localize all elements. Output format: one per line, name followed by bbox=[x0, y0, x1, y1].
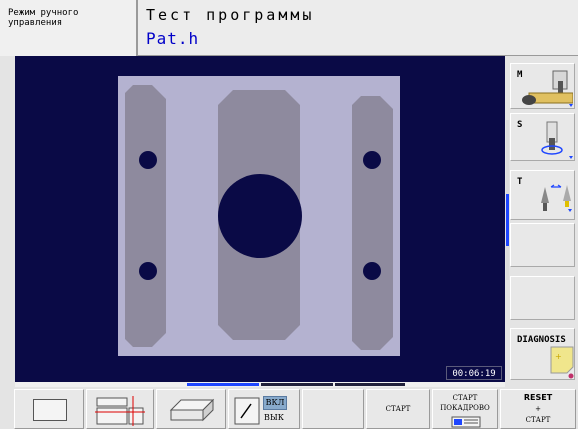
toggle-off-label: ВЫК bbox=[264, 413, 284, 422]
hole-top-right bbox=[363, 151, 381, 169]
reset-label-1: RESET bbox=[523, 393, 553, 402]
scrollbar-thumb[interactable] bbox=[506, 194, 509, 246]
single-block-icon bbox=[451, 416, 481, 428]
softkey-t-tool[interactable]: T bbox=[510, 170, 575, 220]
plan-view-icon bbox=[33, 399, 67, 421]
header-bar: Режим ручного управления Тест программы … bbox=[0, 0, 578, 56]
softkey-block-display-toggle[interactable]: ВКЛ ВЫК bbox=[228, 389, 300, 429]
spindle-speed-icon bbox=[541, 121, 573, 159]
left-pocket bbox=[125, 85, 166, 347]
softkey-reset-start[interactable]: RESET + СТАРТ bbox=[500, 389, 576, 429]
center-bore bbox=[218, 174, 302, 258]
hole-bottom-right bbox=[363, 262, 381, 280]
three-plane-icon bbox=[95, 396, 145, 426]
svg-text:+: + bbox=[555, 352, 562, 361]
softkey-row-indicator bbox=[15, 382, 505, 387]
spindle-machine-icon bbox=[522, 70, 573, 107]
right-pocket bbox=[352, 96, 393, 350]
softkey-empty-bottom[interactable] bbox=[302, 389, 364, 429]
page-title: Тест программы bbox=[146, 6, 315, 24]
softkey-row-2-indicator bbox=[261, 383, 333, 386]
softkey-3d-view[interactable] bbox=[156, 389, 226, 429]
hole-top-left bbox=[139, 151, 157, 169]
softkey-diagnosis-label: DIAGNOSIS bbox=[517, 335, 566, 345]
softkey-row-3-indicator bbox=[335, 383, 405, 386]
softkey-m-function[interactable]: M bbox=[510, 63, 575, 109]
simulation-graphics[interactable] bbox=[15, 56, 505, 382]
reset-label-2: + bbox=[535, 405, 541, 413]
start-label: СТАРТ bbox=[385, 405, 411, 413]
start-block-label-2: ПОКАДРОВО bbox=[440, 404, 490, 412]
diagnosis-note-icon: + bbox=[550, 346, 574, 379]
toggle-on-label: ВКЛ bbox=[263, 396, 287, 410]
softkey-s-label: S bbox=[517, 120, 523, 130]
run-time-clock: 00:06:19 bbox=[446, 366, 502, 380]
softkey-start[interactable]: СТАРТ bbox=[366, 389, 430, 429]
softkey-empty-1[interactable] bbox=[510, 223, 575, 267]
operating-mode-panel: Режим ручного управления bbox=[0, 0, 138, 56]
start-block-label-1: СТАРТ bbox=[452, 394, 478, 402]
softkey-plan-view[interactable] bbox=[14, 389, 84, 429]
hole-bottom-left bbox=[139, 262, 157, 280]
softkey-s-speed[interactable]: S bbox=[510, 113, 575, 161]
mode-label-line2: управления bbox=[8, 18, 63, 28]
reset-label-3: СТАРТ bbox=[525, 416, 551, 424]
softkey-t-label: T bbox=[517, 177, 523, 187]
softkey-empty-2[interactable] bbox=[510, 276, 575, 320]
workpiece-drawing bbox=[118, 76, 400, 356]
program-name: Pat.h bbox=[146, 29, 200, 48]
softkey-three-plane-view[interactable] bbox=[86, 389, 154, 429]
3d-view-icon bbox=[169, 398, 215, 422]
block-display-icon bbox=[234, 397, 260, 425]
softkey-start-single-block[interactable]: СТАРТ ПОКАДРОВО bbox=[432, 389, 498, 429]
tool-icon bbox=[541, 184, 572, 212]
mode-label-line1: Режим ручного bbox=[8, 8, 79, 18]
softkey-diagnosis[interactable]: DIAGNOSIS + bbox=[510, 328, 575, 380]
softkey-row-1-indicator bbox=[187, 383, 259, 386]
